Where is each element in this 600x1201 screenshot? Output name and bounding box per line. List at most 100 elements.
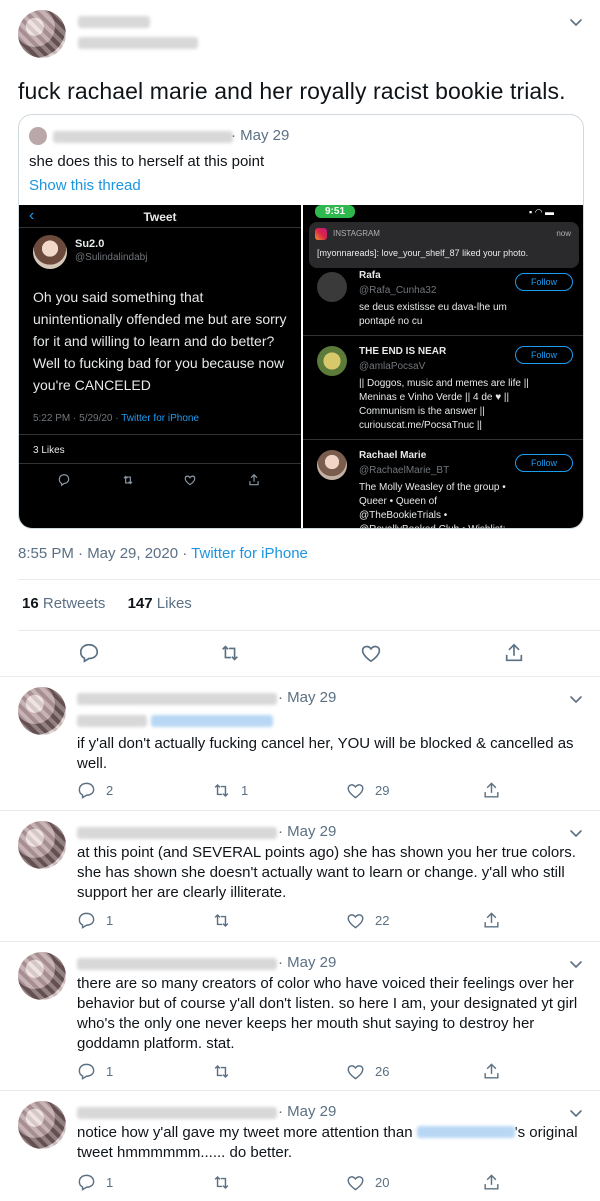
follow-user-1[interactable]: Rafa @Rafa_Cunha32 se deus existisse eu … (303, 268, 583, 336)
user1-handle: @Rafa_Cunha32 (359, 285, 437, 296)
reply-text: at this point (and SEVERAL points ago) s… (77, 844, 576, 901)
tweet-timestamp-row: 8:55 PM · May 29, 2020 · Twitter for iPh… (18, 545, 308, 562)
phone-header-title: Tweet (143, 210, 177, 224)
like-icon (347, 1065, 364, 1080)
reply-tweet[interactable]: · May 29 notice how y'all gave my tweet … (0, 1091, 600, 1201)
share-icon (484, 1174, 499, 1190)
reply-icon (78, 912, 95, 929)
notif-app-name: INSTAGRAM (333, 229, 380, 238)
retweet-button[interactable] (212, 1173, 241, 1192)
share-icon (484, 1063, 499, 1079)
like-icon (347, 914, 364, 929)
phone-divider-2 (19, 434, 301, 435)
likes-count: 147 (127, 595, 153, 612)
retweet-icon[interactable] (219, 642, 241, 664)
reply-text: notice how y'all gave my tweet more atte… (77, 1123, 582, 1163)
like-count: 22 (375, 913, 390, 928)
notif-text: [myonnareads]: love_your_shelf_87 liked … (317, 248, 529, 258)
reply-button[interactable]: 1 (77, 1173, 113, 1192)
like-count: 29 (375, 783, 390, 798)
reply-tweet[interactable]: · May 29 if y'all don't actually fucking… (0, 677, 600, 810)
reply-avatar[interactable] (18, 1101, 66, 1149)
reply-tweet[interactable]: · May 29 at this point (and SEVERAL poin… (0, 811, 600, 941)
retweets-count: 16 (22, 595, 39, 612)
status-time-badge: 9:51 (315, 205, 355, 218)
retweet-button[interactable] (212, 911, 241, 930)
phone-source: Twitter for iPhone (121, 413, 200, 424)
like-icon[interactable] (360, 642, 382, 664)
like-count: 20 (375, 1175, 390, 1190)
instagram-notification[interactable]: INSTAGRAM now [myonnareads]: love_your_s… (309, 222, 579, 268)
chevron-down-icon[interactable] (568, 956, 584, 972)
user1-name: Rafa (359, 270, 381, 281)
share-button[interactable] (482, 781, 511, 800)
share-button[interactable] (482, 1062, 511, 1081)
retweet-button[interactable]: 1 (212, 781, 248, 800)
reply-text: there are so many creators of color who … (77, 975, 578, 1052)
likes-label: Likes (156, 595, 192, 612)
follow-user-3[interactable]: Rachael Marie @RachaelMarie_BT The Molly… (303, 440, 583, 528)
user3-avatar (317, 450, 347, 480)
author-handle-blurred[interactable] (78, 36, 198, 54)
reply-text-part-1: notice how y'all gave my tweet more atte… (77, 1124, 417, 1141)
share-button[interactable] (482, 911, 511, 930)
retweets-label: Retweets (42, 595, 106, 612)
like-button[interactable]: 20 (346, 1173, 389, 1192)
quoted-date: · May 29 (231, 127, 290, 144)
author-avatar[interactable] (18, 10, 66, 58)
reply-icon (78, 1174, 95, 1191)
reply-count: 1 (106, 1064, 114, 1079)
phone-retweet-icon (123, 475, 133, 485)
chevron-down-icon[interactable] (568, 825, 584, 841)
user1-avatar (317, 272, 347, 302)
reply-button[interactable]: 1 (77, 911, 113, 930)
reply-avatar[interactable] (18, 687, 66, 735)
retweet-button[interactable] (212, 1062, 241, 1081)
quoted-image-right[interactable]: 9:51 ▪︎ ◠ ▬ INSTAGRAM now [myonnareads]:… (303, 205, 583, 528)
chevron-down-icon[interactable] (568, 14, 584, 30)
like-icon (347, 1176, 364, 1191)
tweet-timestamp[interactable]: 8:55 PM · May 29, 2020 (18, 545, 178, 562)
user1-follow-button[interactable]: Follow (515, 273, 573, 291)
follow-user-2[interactable]: THE END IS NEAR @amlaPocsaV || Doggos, m… (303, 336, 583, 440)
user2-follow-button[interactable]: Follow (515, 346, 573, 364)
quoted-image-left[interactable]: ‹ Tweet Su2.0 @Sulindalindabj Oh you sai… (19, 205, 301, 528)
mentioned-user-blurred[interactable] (416, 1126, 515, 1138)
reply-button[interactable]: 1 (77, 1062, 113, 1081)
reply-icon[interactable] (78, 642, 100, 664)
likes-link[interactable]: 147 Likes (128, 595, 192, 612)
retweets-link[interactable]: 16 Retweets (22, 595, 110, 612)
show-thread-link[interactable]: Show this thread (29, 177, 141, 194)
share-icon (484, 782, 499, 798)
chevron-down-icon[interactable] (568, 1105, 584, 1121)
reply-date[interactable]: · May 29 (278, 689, 336, 706)
divider (18, 630, 600, 631)
reply-name-blurred[interactable] (77, 826, 277, 844)
reply-name-blurred[interactable] (77, 1106, 277, 1124)
reply-date[interactable]: · May 29 (278, 823, 336, 840)
quoted-tweet[interactable]: · May 29 she does this to herself at thi… (18, 114, 584, 529)
separator: · (178, 545, 192, 562)
like-button[interactable]: 29 (346, 781, 389, 800)
tweet-source[interactable]: Twitter for iPhone (191, 545, 308, 562)
reply-avatar[interactable] (18, 821, 66, 869)
quoted-text: she does this to herself at this point (29, 153, 265, 170)
retweet-icon (214, 1064, 229, 1079)
share-button[interactable] (482, 1173, 511, 1192)
share-icon (484, 912, 499, 928)
chevron-down-icon[interactable] (568, 691, 584, 707)
reply-tweet[interactable]: · May 29 there are so many creators of c… (0, 942, 600, 1090)
like-button[interactable]: 22 (346, 911, 389, 930)
like-button[interactable]: 26 (346, 1062, 389, 1081)
reply-date[interactable]: · May 29 (278, 954, 336, 971)
user2-avatar (317, 346, 347, 376)
reply-name-blurred[interactable] (77, 692, 277, 710)
retweet-icon (214, 913, 229, 928)
share-icon[interactable] (503, 642, 525, 664)
reply-button[interactable]: 2 (77, 781, 113, 800)
reply-name-blurred[interactable] (77, 957, 277, 975)
user3-follow-button[interactable]: Follow (515, 454, 573, 472)
reply-date[interactable]: · May 29 (278, 1103, 336, 1120)
reply-avatar[interactable] (18, 952, 66, 1000)
author-name-blurred[interactable] (78, 15, 150, 33)
